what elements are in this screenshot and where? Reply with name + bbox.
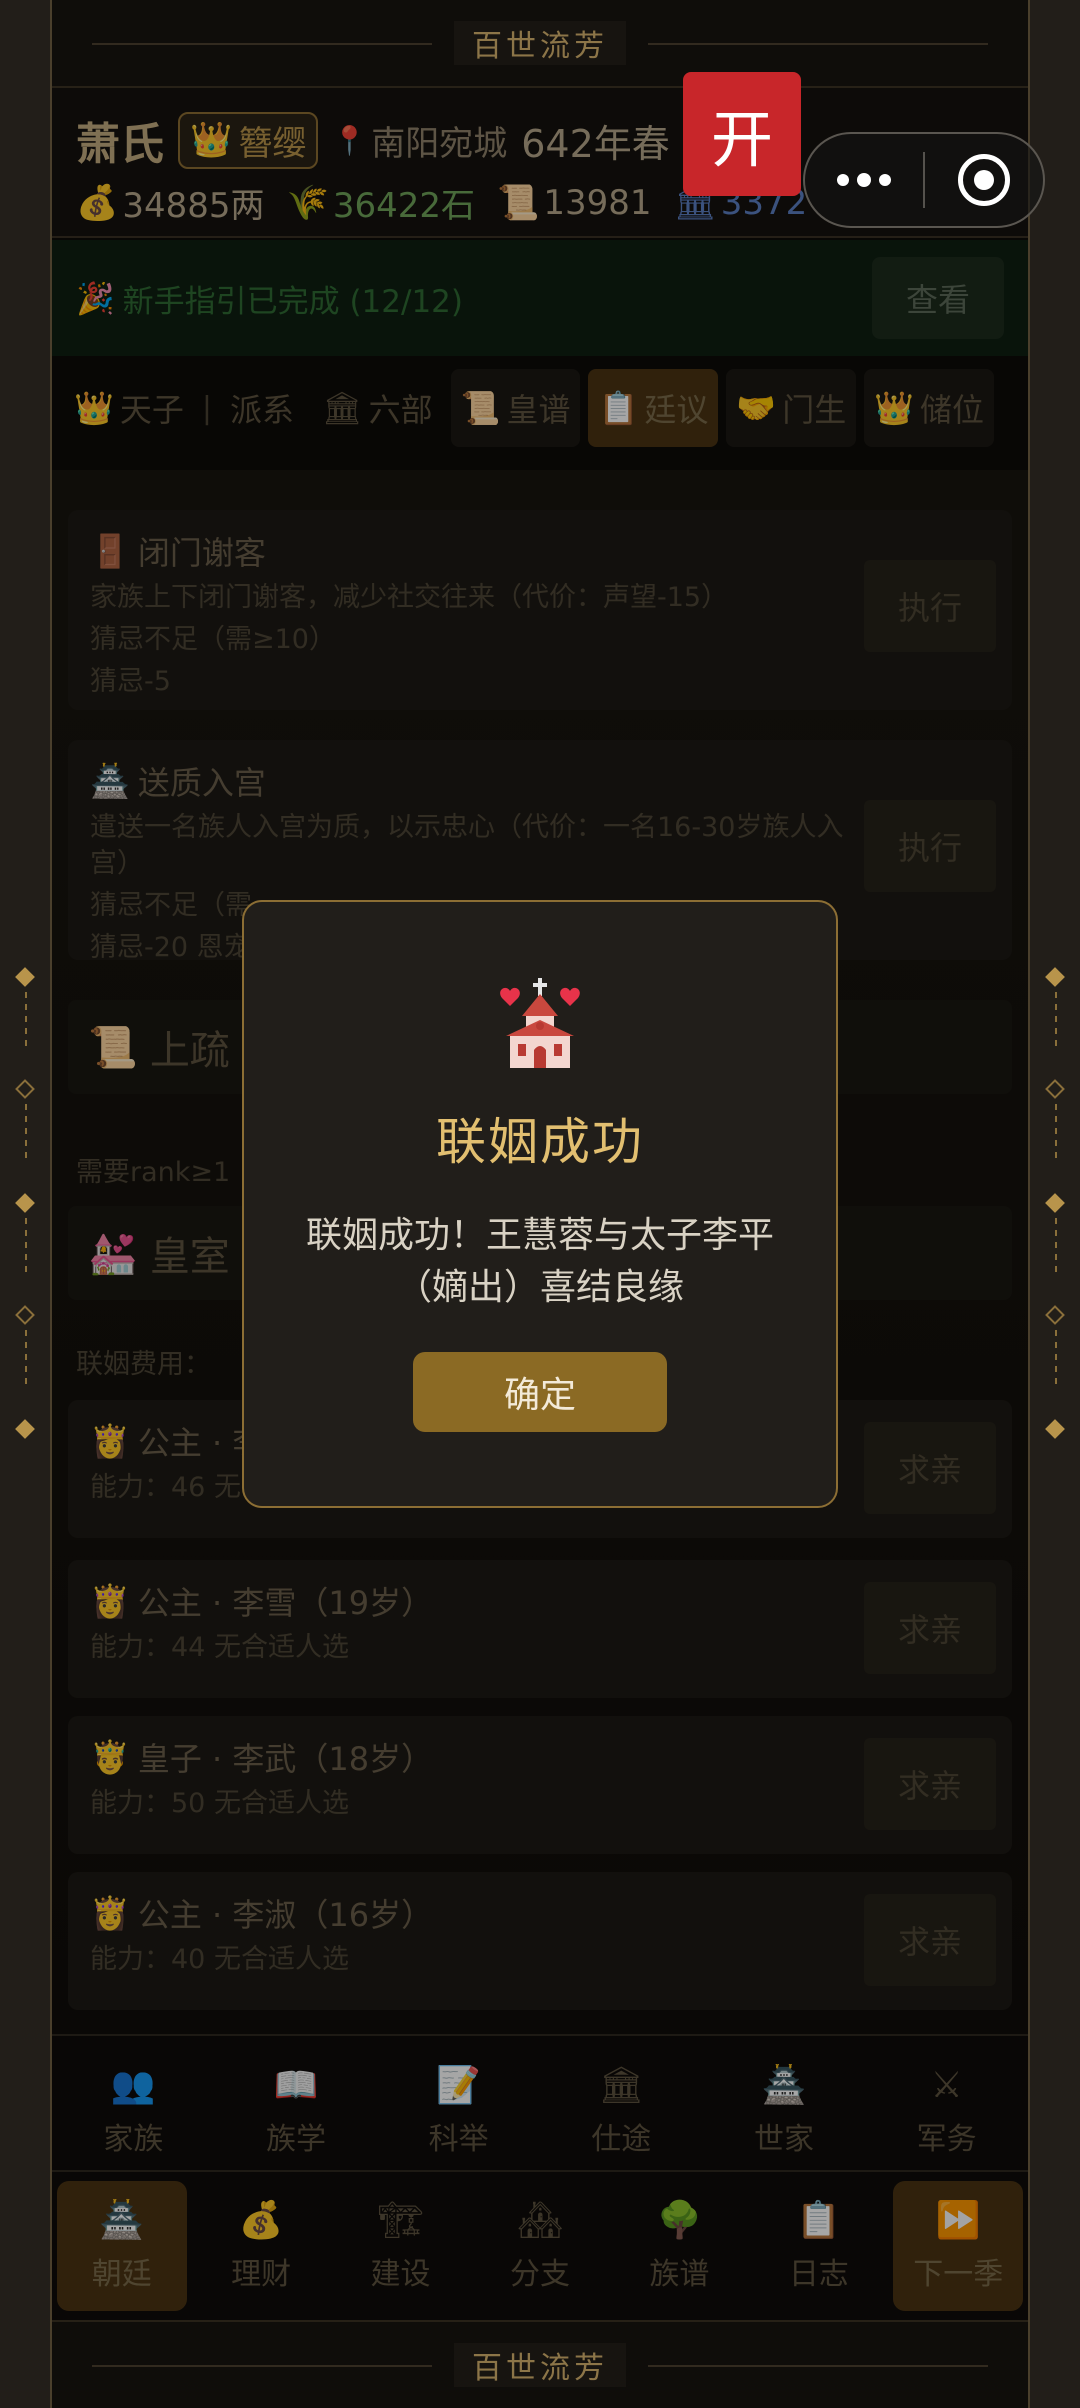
rail-line <box>25 1330 27 1388</box>
confirm-button[interactable]: 确定 <box>413 1352 667 1432</box>
rail-line <box>1055 1104 1057 1162</box>
dialog-title: 联姻成功 <box>436 1113 644 1171</box>
rail-diamond <box>15 1419 35 1439</box>
banner-title: 百世流芳 <box>454 21 626 65</box>
rail-diamond <box>1045 1193 1065 1213</box>
rail-diamond <box>15 1305 35 1325</box>
dialog-message: 联姻成功！王慧蓉与太子李平（嫡出）喜结良缘 <box>305 1215 774 1308</box>
open-badge[interactable]: 开 <box>683 72 801 196</box>
rail-diamond <box>15 1079 35 1099</box>
rail-line <box>1055 992 1057 1050</box>
wedding-chapel-icon <box>500 978 580 1068</box>
rail-diamond <box>1045 1419 1065 1439</box>
banner-title: 百世流芳 <box>454 2343 626 2387</box>
marriage-success-dialog: 联姻成功 联姻成功！王慧蓉与太子李平（嫡出）喜结良缘 确定 <box>242 900 838 1508</box>
close-miniprogram-icon[interactable] <box>925 154 1043 206</box>
rail-line <box>1055 1218 1057 1276</box>
left-rail <box>0 0 52 2408</box>
rail-line <box>25 992 27 1050</box>
more-options-icon[interactable] <box>805 173 923 187</box>
rail-line <box>25 1104 27 1162</box>
right-rail <box>1028 0 1080 2408</box>
rail-diamond <box>15 967 35 987</box>
miniprogram-capsule <box>803 132 1045 228</box>
rail-diamond <box>1045 967 1065 987</box>
rail-line <box>1055 1330 1057 1388</box>
rail-diamond <box>1045 1305 1065 1325</box>
rail-line <box>25 1218 27 1276</box>
rail-diamond <box>1045 1079 1065 1099</box>
rail-diamond <box>15 1193 35 1213</box>
